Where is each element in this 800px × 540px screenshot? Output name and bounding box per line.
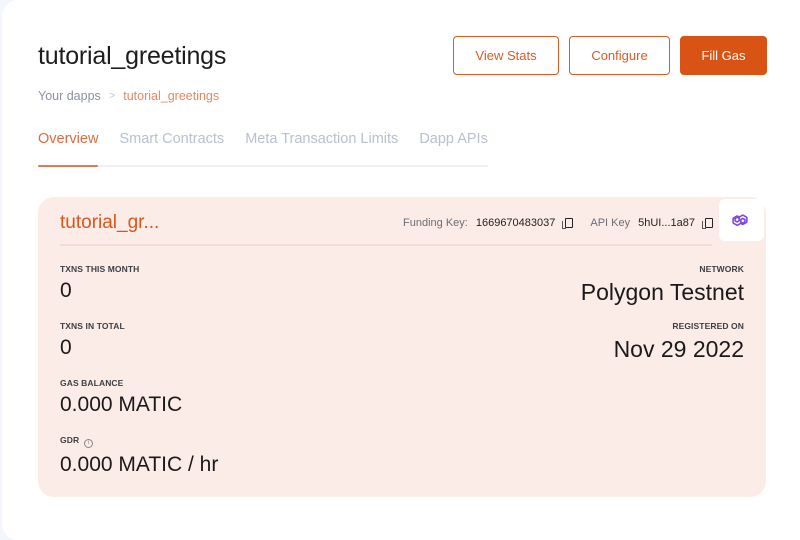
page-title: tutorial_greetings [38, 42, 227, 70]
stat-label: TXNS THIS MONTH [60, 264, 140, 274]
stat-label: GDR i [60, 435, 218, 448]
stat-txns-in-total: TXNS IN TOTAL 0 [60, 321, 125, 360]
card-header: tutorial_gr... Funding Key: 166967048303… [60, 197, 713, 246]
breadcrumb: Your dapps > tutorial_greetings [38, 89, 219, 103]
tab-smart-contracts[interactable]: Smart Contracts [119, 131, 224, 165]
network-badge [719, 199, 764, 241]
stat-value: 0.000 MATIC / hr [60, 453, 219, 476]
tab-bar: Overview Smart Contracts Meta Transactio… [38, 131, 488, 167]
copy-icon[interactable] [562, 217, 574, 229]
api-key-value: 5hUI...1a87 [638, 217, 695, 229]
breadcrumb-your-dapps[interactable]: Your dapps [38, 89, 101, 103]
funding-key-label: Funding Key: [403, 217, 468, 229]
funding-key-value: 1669670483037 [475, 217, 556, 229]
view-stats-button[interactable]: View Stats [453, 36, 559, 75]
tab-overview[interactable]: Overview [38, 131, 99, 167]
stat-value: Polygon Testnet [580, 279, 744, 305]
stat-gas-balance: GAS BALANCE 0.000 MATIC [60, 378, 182, 417]
header-actions: View Stats Configure Fill Gas [453, 36, 767, 75]
breadcrumb-separator: > [108, 90, 116, 102]
stat-value: Nov 29 2022 [613, 336, 744, 362]
tab-dapp-apis[interactable]: Dapp APIs [419, 131, 488, 165]
stat-label: GAS BALANCE [60, 378, 124, 388]
stat-label: REGISTERED ON [672, 321, 744, 331]
breadcrumb-current: tutorial_greetings [123, 89, 220, 103]
stat-gdr: GDR i 0.000 MATIC / hr [60, 435, 218, 477]
api-key-label: API Key [590, 217, 631, 229]
stat-value: 0 [60, 279, 72, 302]
dapp-overview-card: tutorial_gr... Funding Key: 166967048303… [38, 197, 766, 497]
info-icon[interactable]: i [84, 439, 94, 448]
copy-icon[interactable] [702, 217, 713, 229]
stat-txns-this-month: TXNS THIS MONTH 0 [60, 264, 139, 303]
stat-registered-on: REGISTERED ON Nov 29 2022 [614, 321, 744, 363]
gdr-label: GDR [60, 435, 80, 445]
stat-network: NETWORK Polygon Testnet [581, 264, 744, 306]
polygon-icon [731, 214, 748, 227]
keys-row: Funding Key: 1669670483037 API Key 5hUI.… [403, 217, 713, 229]
card-title: tutorial_gr... [60, 212, 160, 233]
stat-value: 0.000 MATIC [60, 393, 183, 416]
stat-label: TXNS IN TOTAL [60, 321, 125, 331]
fill-gas-button[interactable]: Fill Gas [680, 36, 767, 75]
configure-button[interactable]: Configure [569, 36, 670, 75]
tab-meta-transaction-limits[interactable]: Meta Transaction Limits [245, 131, 398, 165]
stat-label: NETWORK [699, 264, 744, 274]
stat-value: 0 [60, 336, 72, 359]
